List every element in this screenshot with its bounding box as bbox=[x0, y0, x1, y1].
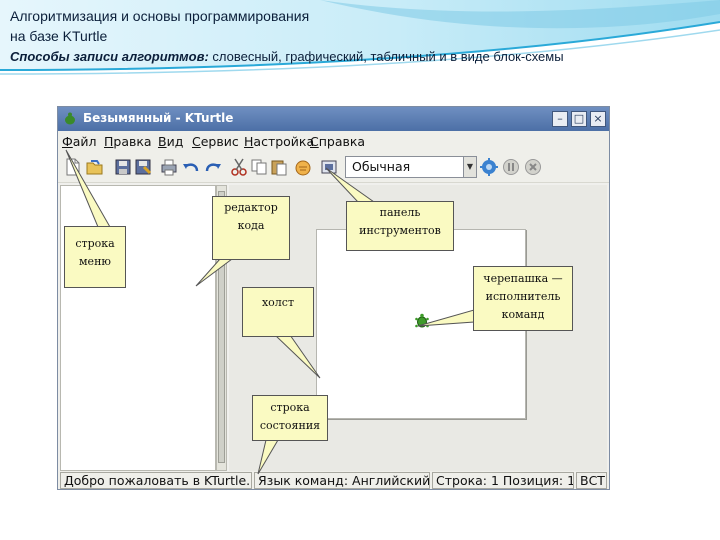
callout-status-bar-line1: строка bbox=[270, 401, 310, 414]
callout-tail-menu-bar bbox=[65, 149, 111, 228]
callout-tail-code-editor bbox=[195, 258, 234, 287]
callout-tail-turtle bbox=[417, 309, 475, 327]
callout-tail-toolbar bbox=[325, 167, 376, 203]
callout-code-editor: редактор кода bbox=[212, 196, 290, 260]
callout-tail-status-bar bbox=[257, 439, 279, 475]
callout-toolbar-line1: панель bbox=[379, 206, 421, 219]
callout-canvas-line1: холст bbox=[261, 296, 295, 309]
callout-status-bar-line2: состояния bbox=[259, 419, 321, 432]
callout-turtle: черепашка — исполнитель команд bbox=[473, 266, 573, 331]
callout-tail-canvas bbox=[273, 334, 321, 379]
callout-toolbar: панель инструментов bbox=[346, 201, 454, 251]
callout-turtle-line2: исполнитель bbox=[485, 290, 561, 303]
callout-menu-bar-line1: строка bbox=[75, 237, 115, 250]
callout-menu-bar: строка меню bbox=[64, 226, 126, 288]
callout-status-bar: строка состояния bbox=[252, 395, 328, 441]
callout-code-editor-line2: кода bbox=[237, 219, 265, 232]
callout-canvas: холст bbox=[242, 287, 314, 337]
callout-toolbar-line2: инструментов bbox=[359, 224, 441, 237]
callout-code-editor-line1: редактор bbox=[224, 201, 278, 214]
callout-turtle-line1: черепашка — bbox=[483, 272, 563, 285]
callout-menu-bar-line2: меню bbox=[79, 255, 111, 268]
callout-turtle-line3: команд bbox=[501, 308, 545, 321]
